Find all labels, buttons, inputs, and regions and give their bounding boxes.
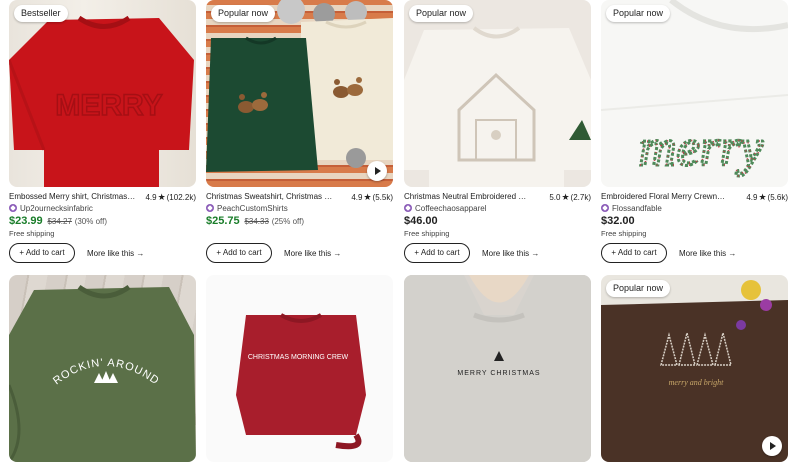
rating: 4.9★(102.2k) xyxy=(145,192,196,202)
christmas-morning-crew-image: CHRISTMAS MORNING CREW xyxy=(236,313,366,450)
product-image[interactable]: Popular now xyxy=(206,0,393,187)
rating: 5.0★(2.7k) xyxy=(549,192,591,202)
more-like-this-link[interactable]: More like this → xyxy=(87,249,144,258)
product-title[interactable]: Christmas Neutral Embroidered Nativity S… xyxy=(404,192,532,201)
more-like-this-link[interactable]: More like this → xyxy=(679,249,736,258)
product-card[interactable]: Popular now Christmas Sweatshirt, Christ… xyxy=(206,0,393,270)
star-seller-icon xyxy=(206,204,214,212)
product-image[interactable]: Popular now xyxy=(404,0,591,187)
video-play-icon[interactable] xyxy=(762,436,782,456)
product-title[interactable]: Embossed Merry shirt, Christmas Sweatshi… xyxy=(9,192,137,201)
price: $32.00 xyxy=(601,215,635,227)
star-seller-icon xyxy=(9,204,17,212)
add-to-cart-button[interactable]: + Add to cart xyxy=(601,243,667,263)
star-seller-icon xyxy=(601,204,609,212)
product-card[interactable]: CHRISTMAS MORNING CREW xyxy=(206,275,393,465)
video-play-icon[interactable] xyxy=(367,161,387,181)
shipping-label: Free shipping xyxy=(601,229,647,238)
title-row: Christmas Neutral Embroidered Nativity S… xyxy=(404,192,591,204)
title-row: Embossed Merry shirt, Christmas Sweatshi… xyxy=(9,192,196,204)
shop-name[interactable]: Flossandfable xyxy=(601,204,662,213)
shop-name[interactable]: Coffeechaosapparel xyxy=(404,204,486,213)
product-image[interactable]: merry merry Popular now xyxy=(601,0,788,187)
product-card[interactable]: merry and bright Popular now xyxy=(601,275,788,465)
star-seller-icon xyxy=(404,204,412,212)
shop-name[interactable]: PeachCustomShirts xyxy=(206,204,288,213)
floral-merry-sweatshirt-image: merry merry xyxy=(601,0,788,179)
product-card[interactable]: merry merry Popular now Embroidered Flor… xyxy=(601,0,788,270)
svg-text:merry: merry xyxy=(639,120,764,177)
product-title[interactable]: Embroidered Floral Merry Crewneck Sweats… xyxy=(601,192,729,201)
product-card[interactable]: MERRY CHRISTMAS xyxy=(404,275,591,465)
more-like-this-link[interactable]: More like this → xyxy=(284,249,341,258)
add-to-cart-button[interactable]: + Add to cart xyxy=(9,243,75,263)
price: $46.00 xyxy=(404,215,438,227)
popular-now-badge: Popular now xyxy=(606,280,671,297)
merry-and-bright-text: merry and bright xyxy=(669,378,724,387)
add-to-cart-button[interactable]: + Add to cart xyxy=(404,243,470,263)
star-icon: ★ xyxy=(758,192,767,202)
rating: 4.9★(5.5k) xyxy=(351,192,393,202)
product-card[interactable]: ROCKIN' AROUND xyxy=(9,275,196,465)
shipping-label: Free shipping xyxy=(9,229,55,238)
arrow-right-icon: → xyxy=(531,249,540,258)
rockin-around-sweatshirt-image: ROCKIN' AROUND xyxy=(9,284,196,462)
popular-now-badge: Popular now xyxy=(409,5,474,22)
product-image[interactable]: CHRISTMAS MORNING CREW xyxy=(206,275,393,462)
red-sweatshirt-image: MERRY xyxy=(9,15,194,187)
price: $25.75 $34.33 (25% off) xyxy=(206,215,304,227)
shop-name[interactable]: Up2ournecksinfabric xyxy=(9,204,93,213)
product-image[interactable]: MERRY CHRISTMAS xyxy=(404,275,591,462)
title-row: Embroidered Floral Merry Crewneck Sweats… xyxy=(601,192,788,204)
product-title[interactable]: Christmas Sweatshirt, Christmas Reindeer… xyxy=(206,192,334,201)
nativity-sweatshirt-image xyxy=(404,26,591,187)
merry-christmas-sweatshirt-image: MERRY CHRISTMAS xyxy=(404,275,591,462)
plus-icon: + xyxy=(414,248,420,257)
title-row: Christmas Sweatshirt, Christmas Reindeer… xyxy=(206,192,393,204)
price: $23.99 $34.27 (30% off) xyxy=(9,215,107,227)
bestseller-badge: Bestseller xyxy=(14,5,68,22)
reindeer-sweatshirts-image xyxy=(206,0,393,172)
star-icon: ★ xyxy=(157,192,166,202)
arrow-right-icon: → xyxy=(333,249,342,258)
merry-embossed-text: MERRY xyxy=(55,89,162,122)
arrow-right-icon: → xyxy=(136,249,145,258)
plus-icon: + xyxy=(19,248,25,257)
product-card[interactable]: Popular now Christmas Neutral Embroidere… xyxy=(404,0,591,270)
popular-now-badge: Popular now xyxy=(211,5,276,22)
more-like-this-link[interactable]: More like this → xyxy=(482,249,539,258)
popular-now-badge: Popular now xyxy=(606,5,671,22)
rating: 4.9★(5.6k) xyxy=(746,192,788,202)
merry-and-bright-sweatshirt-image: merry and bright xyxy=(601,280,788,462)
product-image[interactable]: merry and bright Popular now xyxy=(601,275,788,462)
product-image[interactable]: MERRY Bestseller xyxy=(9,0,196,187)
star-icon: ★ xyxy=(363,192,372,202)
add-to-cart-button[interactable]: + Add to cart xyxy=(206,243,272,263)
plus-icon: + xyxy=(611,248,617,257)
plus-icon: + xyxy=(216,248,222,257)
shipping-label: Free shipping xyxy=(404,229,450,238)
merry-christmas-text: MERRY CHRISTMAS xyxy=(457,370,540,377)
star-icon: ★ xyxy=(561,192,570,202)
christmas-morning-crew-text: CHRISTMAS MORNING CREW xyxy=(248,354,349,361)
product-image[interactable]: ROCKIN' AROUND xyxy=(9,275,196,462)
product-card[interactable]: MERRY Bestseller Embossed Merry shirt, C… xyxy=(9,0,196,270)
arrow-right-icon: → xyxy=(728,249,737,258)
